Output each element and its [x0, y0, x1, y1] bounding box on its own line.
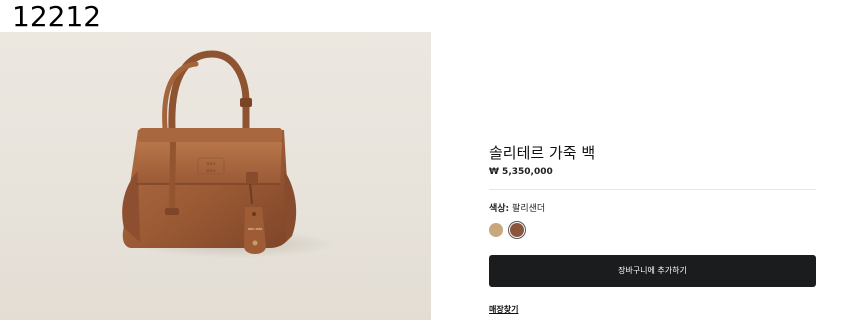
find-store-link[interactable]: 매장찾기 [489, 304, 518, 315]
divider [489, 189, 816, 190]
swatch-palissandre[interactable] [510, 223, 524, 237]
color-selection-label: 색상: 팔리샌더 [489, 203, 545, 215]
color-label: 색상: [489, 204, 510, 214]
product-image[interactable]: miu miu miu miu [0, 32, 431, 320]
product-info-panel: 솔리테르 가죽 백 ₩ 5,350,000 색상: 팔리샌더 장바구니에 추가하… [489, 0, 816, 320]
svg-text:miu: miu [206, 161, 216, 167]
svg-text:miu miu: miu miu [248, 227, 263, 231]
handbag-illustration: miu miu miu miu [122, 50, 335, 258]
product-title: 솔리테르 가죽 백 [489, 144, 596, 162]
color-value: 팔리샌더 [512, 204, 546, 214]
product-price: ₩ 5,350,000 [489, 167, 553, 177]
add-to-cart-button[interactable]: 장바구니에 추가하기 [489, 255, 816, 287]
page-label: 12212 [12, 0, 102, 33]
swatch-beige[interactable] [489, 223, 503, 237]
svg-text:miu: miu [206, 168, 216, 174]
